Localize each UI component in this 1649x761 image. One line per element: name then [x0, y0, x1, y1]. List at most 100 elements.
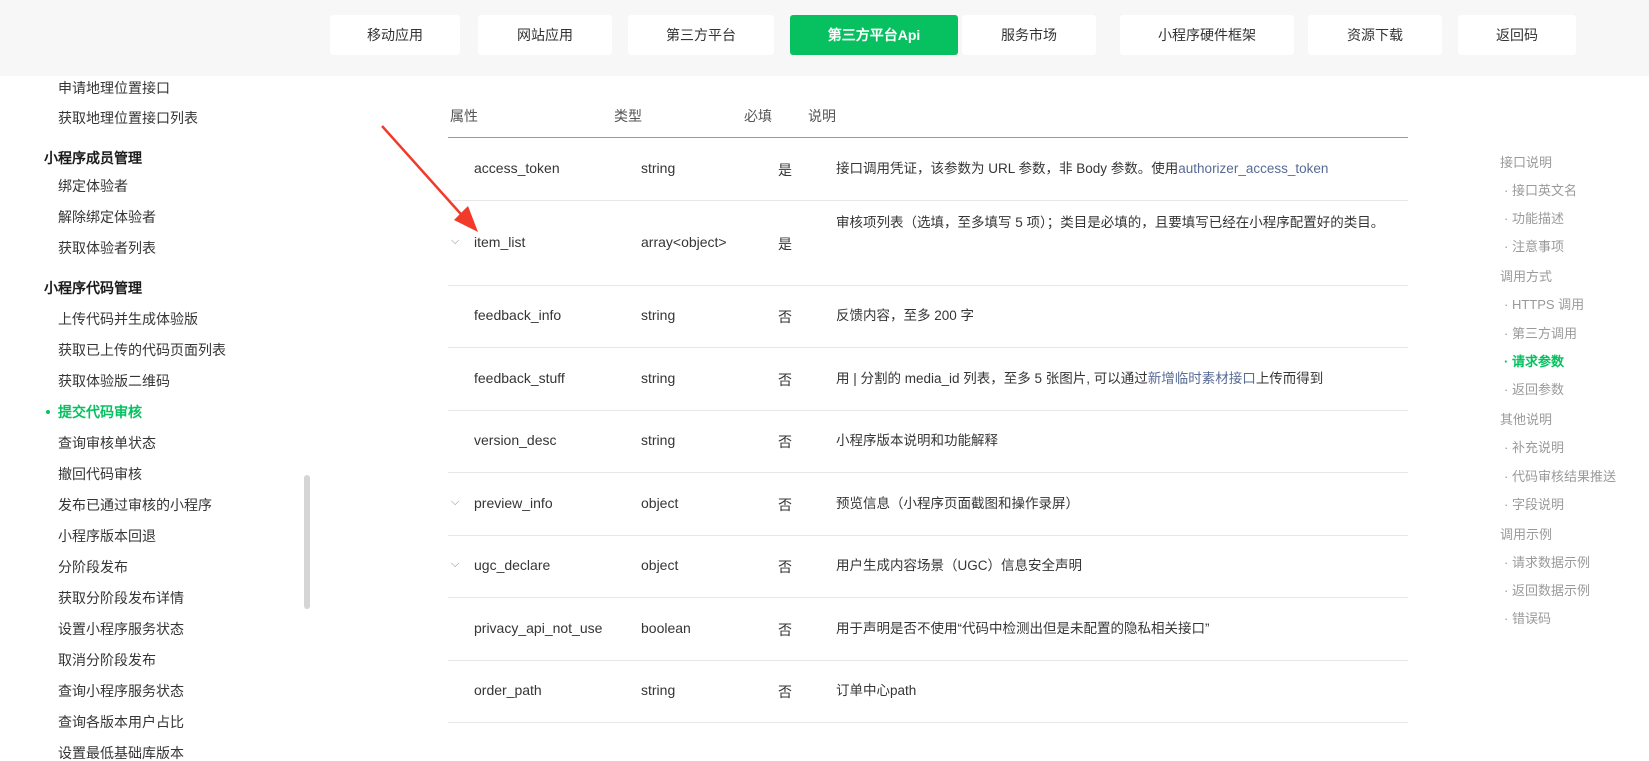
description-text: 用 | 分割的 media_id 列表，至多 5 张图片, 可以通过 — [836, 370, 1148, 386]
description-text: 用户生成内容场景（UGC）信息安全声明 — [836, 558, 1082, 573]
toc-item[interactable]: · 功能描述 — [1504, 208, 1564, 227]
header-type: 类型 — [614, 108, 642, 124]
param-description: 用户生成内容场景（UGC）信息安全声明 — [836, 555, 1396, 577]
param-type: boolean — [641, 619, 691, 636]
nav-tab-7[interactable]: 返回码 — [1458, 15, 1576, 55]
param-name: feedback_info — [474, 307, 562, 323]
nav-tab-6[interactable]: 资源下载 — [1308, 15, 1442, 55]
sidebar-item[interactable]: 分阶段发布 — [58, 557, 128, 577]
param-required: 否 — [778, 434, 792, 450]
param-type: string — [641, 160, 676, 176]
nav-tab-4[interactable]: 服务市场 — [962, 15, 1096, 55]
sidebar-item[interactable]: 小程序版本回退 — [58, 526, 156, 546]
sidebar-item[interactable]: 设置小程序服务状态 — [58, 619, 184, 639]
param-type: string — [641, 369, 676, 386]
param-required: 是 — [778, 235, 792, 252]
param-type: string — [641, 682, 676, 698]
table-row: order_path string 否 订单中心path — [448, 660, 1408, 723]
param-name: version_desc — [474, 432, 557, 448]
param-required: 否 — [778, 559, 792, 575]
sidebar-item[interactable]: 解除绑定体验者 — [58, 207, 156, 227]
sidebar-item[interactable]: 上传代码并生成体验版 — [58, 309, 198, 329]
sidebar-item[interactable]: 获取已上传的代码页面列表 — [58, 340, 226, 360]
param-description: 订单中心path — [836, 680, 1396, 702]
toc-item[interactable]: · 第三方调用 — [1504, 323, 1577, 342]
param-name: feedback_stuff — [474, 369, 565, 386]
toc-section[interactable]: 调用示例 — [1500, 524, 1552, 543]
sidebar-item[interactable]: 绑定体验者 — [58, 176, 128, 196]
toc-item[interactable]: · 请求数据示例 — [1504, 552, 1590, 571]
table-header: 属性 类型 必填 说明 — [448, 94, 1408, 138]
sidebar-item[interactable]: 发布已通过审核的小程序 — [58, 495, 212, 515]
param-type: array<object> — [641, 233, 727, 250]
table-row: ⌵ preview_info object 否 预览信息（小程序页面截图和操作录屏） — [448, 472, 1408, 536]
sidebar-item[interactable]: 申请地理位置接口 — [58, 78, 170, 98]
param-required: 否 — [778, 309, 792, 325]
sidebar-item[interactable]: 查询各版本用户占比 — [58, 712, 184, 732]
toc-section[interactable]: 接口说明 — [1500, 152, 1552, 171]
description-link[interactable]: 新增临时素材接口 — [1148, 371, 1256, 386]
toc-section[interactable]: 其他说明 — [1500, 409, 1552, 428]
sidebar-item[interactable]: 查询小程序服务状态 — [58, 681, 184, 701]
description-link[interactable]: authorizer_access_token — [1178, 161, 1328, 176]
param-required: 是 — [778, 162, 792, 178]
description-text: 用于声明是否不使用“代码中检测出但是未配置的隐私相关接口” — [836, 620, 1210, 636]
sidebar-item[interactable]: 提交代码审核 — [58, 402, 142, 422]
sidebar-item[interactable]: 设置最低基础库版本 — [58, 743, 184, 761]
toc-item[interactable]: · 字段说明 — [1504, 494, 1564, 513]
sidebar-item[interactable]: 获取体验版二维码 — [58, 371, 170, 391]
param-description: 审核项列表（选填，至多填写 5 项）；类目是必填的，且要填写已经在小程序配置好的… — [836, 212, 1396, 234]
sidebar-group-title: 小程序代码管理 — [44, 280, 142, 296]
toc-item[interactable]: · 错误码 — [1504, 608, 1551, 627]
sidebar-item[interactable]: 获取地理位置接口列表 — [58, 108, 198, 128]
param-description: 反馈内容，至多 200 字 — [836, 305, 1396, 327]
expand-chevron-icon[interactable]: ⌵ — [451, 558, 459, 571]
header-description: 说明 — [808, 108, 836, 124]
param-description: 接口调用凭证，该参数为 URL 参数，非 Body 参数。使用authorize… — [836, 158, 1396, 180]
description-text: 反馈内容，至多 200 字 — [836, 308, 975, 323]
param-type: object — [641, 494, 679, 511]
param-description: 预览信息（小程序页面截图和操作录屏） — [836, 493, 1396, 515]
table-row: version_desc string 否 小程序版本说明和功能解释 — [448, 410, 1408, 473]
sidebar-scrollbar[interactable] — [304, 475, 310, 609]
param-required: 否 — [778, 371, 792, 388]
expand-chevron-icon[interactable]: ⌵ — [451, 496, 459, 509]
left-sidebar: 申请地理位置接口获取地理位置接口列表小程序成员管理绑定体验者解除绑定体验者 获取体… — [0, 76, 304, 761]
toc-item[interactable]: · 代码审核结果推送 — [1504, 466, 1616, 485]
toc-item[interactable]: · 接口英文名 — [1504, 180, 1577, 199]
toc-item[interactable]: · 返回参数 — [1504, 379, 1564, 398]
nav-tab-2[interactable]: 第三方平台 — [628, 15, 774, 55]
table-row: privacy_api_not_use boolean 否 用于声明是否不使用“代码中… — [448, 597, 1408, 661]
param-required: 否 — [778, 684, 792, 700]
nav-tab-1[interactable]: 网站应用 — [478, 15, 612, 55]
toc-item[interactable]: · 注意事项 — [1504, 236, 1564, 255]
sidebar-item[interactable]: 取消分阶段发布 — [58, 650, 156, 670]
active-dot-icon — [46, 410, 50, 414]
sidebar-item[interactable]: 撤回代码审核 — [58, 464, 142, 484]
sidebar-item[interactable]: 获取分阶段发布详情 — [58, 588, 184, 608]
toc-item[interactable]: · HTTPS 调用 — [1504, 294, 1584, 313]
sidebar-item[interactable]: 查询审核单状态 — [58, 433, 156, 453]
nav-tab-5[interactable]: 小程序硬件框架 — [1120, 15, 1294, 55]
param-name: ugc_declare — [474, 557, 551, 573]
param-required: 否 — [778, 496, 792, 513]
param-name: privacy_api_not_use — [474, 619, 603, 636]
param-type: object — [641, 557, 679, 573]
table-row: access_token string 是接口调用凭证，该参数为 URL 参数，非 … — [448, 138, 1408, 201]
toc-item[interactable]: · 返回数据示例 — [1504, 580, 1590, 599]
toc-item[interactable]: · 请求参数 — [1504, 351, 1564, 370]
param-description: 用 | 分割的 media_id 列表，至多 5 张图片, 可以通过新增临时素材… — [836, 368, 1396, 390]
param-description: 用于声明是否不使用“代码中检测出但是未配置的隐私相关接口” — [836, 618, 1396, 640]
description-text: 预览信息（小程序页面截图和操作录屏） — [836, 495, 1079, 511]
description-text: 订单中心path — [836, 683, 917, 698]
table-row: ⌵ item_list array<object> 是审核项列表（选填，至多填写 5 … — [448, 200, 1408, 286]
sidebar-item[interactable]: 获取体验者列表 — [58, 238, 156, 258]
nav-tab-3[interactable]: 第三方平台Api — [790, 15, 958, 55]
sidebar-group-title: 小程序成员管理 — [44, 150, 142, 166]
nav-tab-0[interactable]: 移动应用 — [330, 15, 460, 55]
description-text: 审核项列表（选填，至多填写 5 项）；类目是必填的，且要填写已经在小程序配置好的… — [836, 215, 1385, 230]
toc-item[interactable]: · 补充说明 — [1504, 437, 1564, 456]
param-type: string — [641, 432, 676, 448]
toc-section[interactable]: 调用方式 — [1500, 266, 1552, 285]
param-required: 否 — [778, 621, 792, 638]
